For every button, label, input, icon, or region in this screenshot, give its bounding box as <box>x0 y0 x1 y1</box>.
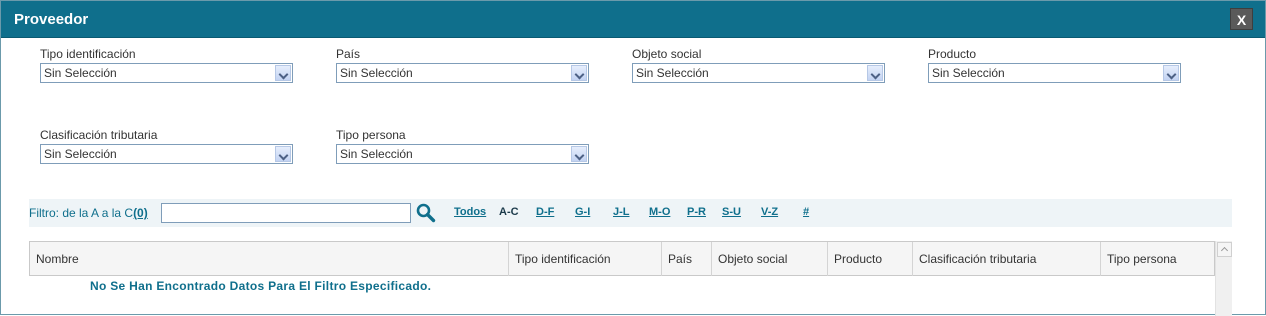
filter-range-label: Filtro: de la A a la C <box>29 206 134 220</box>
search-icon[interactable] <box>415 202 437 224</box>
letter-link-g-i[interactable]: G-I <box>575 206 590 218</box>
select-value: Sin Selección <box>44 147 117 161</box>
filter-objeto-social: Objeto social Sin Selección <box>632 47 885 83</box>
dialog-title: Proveedor <box>14 11 89 28</box>
chevron-down-icon[interactable] <box>275 65 291 81</box>
letter-link-j-l[interactable]: J-L <box>613 206 630 218</box>
column-header-tipo-identificacion[interactable]: Tipo identificación <box>508 242 661 276</box>
filter-label: Tipo persona <box>336 128 406 142</box>
close-button[interactable]: X <box>1230 8 1253 30</box>
column-header-tipo-persona[interactable]: Tipo persona <box>1100 242 1215 276</box>
filter-tipo-persona: Tipo persona Sin Selección <box>336 128 589 164</box>
letter-link-v-z[interactable]: V-Z <box>761 206 778 218</box>
filter-clasificacion-tributaria: Clasificación tributaria Sin Selección <box>40 128 293 164</box>
select-value: Sin Selección <box>340 66 413 80</box>
table-scrollbar[interactable] <box>1215 241 1232 316</box>
proveedor-dialog: Proveedor X Tipo identificación Sin Sele… <box>0 0 1266 316</box>
tipo-persona-select[interactable]: Sin Selección <box>336 144 589 164</box>
letter-link-hash[interactable]: # <box>803 206 809 218</box>
filter-label: Tipo identificación <box>40 47 136 61</box>
letter-link-todos[interactable]: Todos <box>454 206 486 218</box>
clasificacion-tributaria-select[interactable]: Sin Selección <box>40 144 293 164</box>
column-header-producto[interactable]: Producto <box>827 242 912 276</box>
chevron-down-icon[interactable] <box>571 146 587 162</box>
select-value: Sin Selección <box>932 66 1005 80</box>
letter-link-m-o[interactable]: M-O <box>649 206 670 218</box>
select-value: Sin Selección <box>44 66 117 80</box>
filter-label: Producto <box>928 47 977 61</box>
letter-filter-bar: Filtro: de la A a la C(0) Todos A-C D-F … <box>29 199 1232 227</box>
empty-results-message: No Se Han Encontrado Datos Para El Filtr… <box>90 279 432 293</box>
column-header-pais[interactable]: País <box>661 242 711 276</box>
letter-link-d-f[interactable]: D-F <box>536 206 554 218</box>
pais-select[interactable]: Sin Selección <box>336 63 589 83</box>
letter-link-p-r[interactable]: P-R <box>687 206 706 218</box>
column-header-clasificacion-tributaria[interactable]: Clasificación tributaria <box>912 242 1100 276</box>
letter-link-a-c[interactable]: A-C <box>499 206 519 218</box>
objeto-social-select[interactable]: Sin Selección <box>632 63 885 83</box>
chevron-down-icon[interactable] <box>571 65 587 81</box>
letter-link-s-u[interactable]: S-U <box>722 206 741 218</box>
chevron-down-icon[interactable] <box>867 65 883 81</box>
filter-label: Objeto social <box>632 47 702 61</box>
column-header-objeto-social[interactable]: Objeto social <box>711 242 827 276</box>
filter-label: País <box>336 47 361 61</box>
filter-tipo-identificacion: Tipo identificación Sin Selección <box>40 47 293 83</box>
filter-search-input[interactable] <box>161 203 411 223</box>
filter-label: Clasificación tributaria <box>40 128 158 142</box>
scroll-up-icon[interactable] <box>1217 242 1232 257</box>
results-table-header: Nombre Tipo identificación País Objeto s… <box>29 241 1215 276</box>
producto-select[interactable]: Sin Selección <box>928 63 1181 83</box>
dialog-titlebar: Proveedor X <box>1 1 1265 38</box>
filter-producto: Producto Sin Selección <box>928 47 1181 83</box>
chevron-down-icon[interactable] <box>275 146 291 162</box>
column-header-nombre[interactable]: Nombre <box>30 242 508 276</box>
chevron-down-icon[interactable] <box>1163 65 1179 81</box>
select-value: Sin Selección <box>340 147 413 161</box>
filter-pais: País Sin Selección <box>336 47 589 83</box>
select-value: Sin Selección <box>636 66 709 80</box>
filter-count-link[interactable]: (0) <box>133 206 148 220</box>
filter-description: Filtro: de la A a la C(0) <box>29 206 148 220</box>
tipo-identificacion-select[interactable]: Sin Selección <box>40 63 293 83</box>
